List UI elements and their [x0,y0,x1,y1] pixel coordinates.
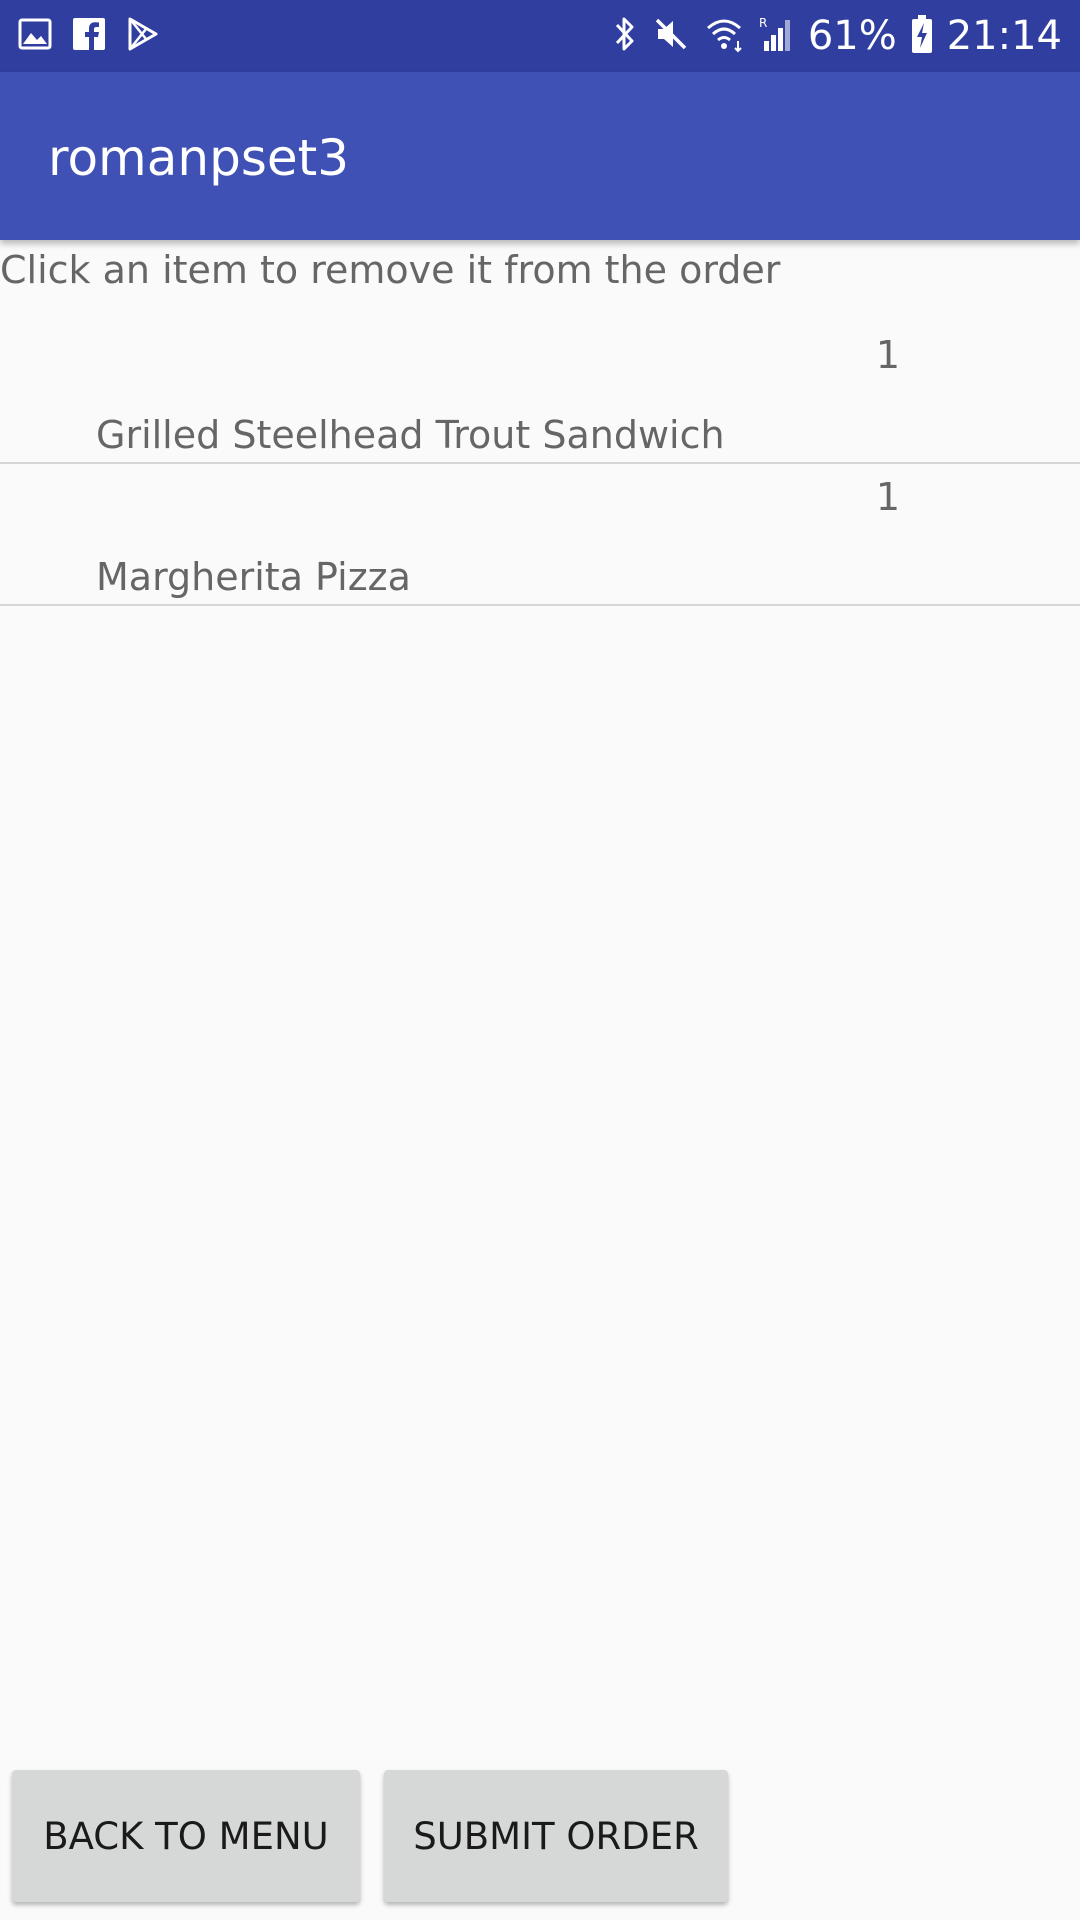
play-store-icon [126,17,160,56]
instruction-text: Click an item to remove it from the orde… [0,248,781,292]
order-item[interactable]: 1 Grilled Steelhead Trout Sandwich [0,322,1080,464]
item-quantity: 1 [875,333,900,377]
svg-text:R: R [759,16,767,30]
status-bar: R 61% 21:14 [0,0,1080,72]
item-quantity: 1 [875,475,900,519]
app-title: romanpset3 [48,129,350,187]
gallery-icon [18,17,52,56]
system-status: R 61% 21:14 [612,10,1062,62]
battery-percent: 61% [807,13,897,59]
mute-icon [652,15,690,58]
order-list: 1 Grilled Steelhead Trout Sandwich 1 Mar… [0,322,1080,606]
battery-charging-icon [911,14,933,59]
bluetooth-icon [612,15,638,58]
app-bar: romanpset3 [0,72,1080,240]
order-item[interactable]: 1 Margherita Pizza [0,464,1080,606]
clock: 21:14 [946,13,1062,59]
item-name: Grilled Steelhead Trout Sandwich [96,413,725,457]
signal-icon: R [758,15,794,58]
wifi-icon [704,15,744,58]
back-to-menu-button[interactable]: BACK TO MENU [12,1770,360,1902]
notification-icons [18,16,160,56]
submit-order-button[interactable]: SUBMIT ORDER [384,1770,728,1902]
facebook-icon [72,17,106,56]
item-name: Margherita Pizza [96,555,411,599]
